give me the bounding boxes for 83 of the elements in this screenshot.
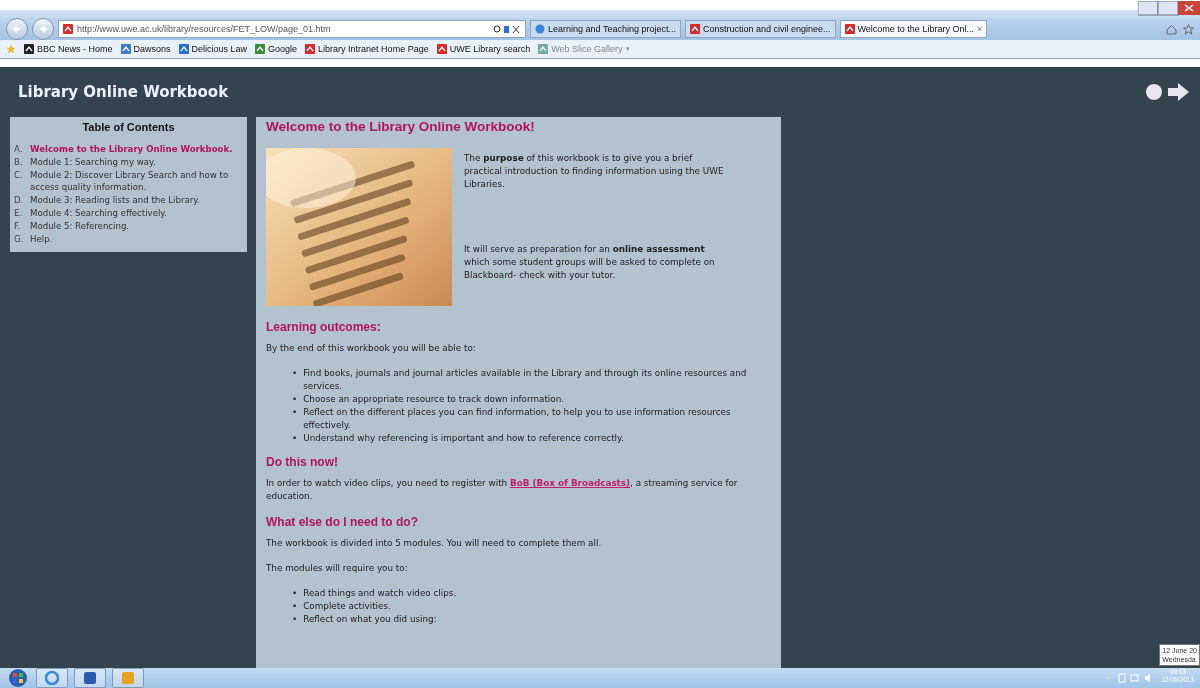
section-heading: What else do I need to do? <box>266 515 419 529</box>
site-icon <box>178 44 189 54</box>
intro-paragraph: It will serve as preparation for an online assessment which some student groups will be asked to complete on Blackboard- check with your tutor. <box>464 243 716 282</box>
page-icon <box>538 44 549 54</box>
bullet-marker: • <box>292 367 298 380</box>
bullet-item: Choose an appropriate resource to track down information. <box>303 393 565 406</box>
page-icon <box>120 44 131 54</box>
site-icon <box>436 44 447 54</box>
toc-link[interactable]: Module 5: Referencing. <box>30 220 130 232</box>
browser-tab[interactable]: Learning and Teaching project... <box>530 20 681 38</box>
address-bar[interactable]: http://www.uwe.ac.uk/library/resources/FET_LOW/page_01.htm <box>58 20 526 38</box>
toc-link[interactable]: Welcome to the Library Online Workbook. <box>30 143 233 155</box>
tab-label: Welcome to the Library Onl... <box>857 24 974 34</box>
favorite-label: Web Slice Gallery <box>551 44 623 54</box>
intro-paragraph: The purpose of this workbook is to give you a brief practical introduction to finding information using the UWE Libraries. <box>464 152 724 191</box>
browser-tab[interactable]: Welcome to the Library Onl... × <box>839 20 988 38</box>
taskbar-app[interactable] <box>36 668 68 688</box>
page-heading: Welcome to the Library Online Workbook! <box>266 119 536 134</box>
list-letter: A. <box>14 143 24 155</box>
favorite-link[interactable]: Google <box>255 44 298 54</box>
list-letter: D. <box>14 194 25 206</box>
bullet-marker: • <box>292 600 298 613</box>
site-icon <box>24 44 34 54</box>
taskbar-app[interactable] <box>112 668 144 688</box>
favorite-link[interactable]: Dawsons <box>120 44 171 54</box>
site-icon <box>63 24 73 34</box>
favorite-label: Delicious Law <box>191 44 248 54</box>
site-icon <box>689 24 700 34</box>
app-icon <box>82 671 98 685</box>
star-icon[interactable] <box>1183 23 1194 35</box>
tab-label: Learning and Teaching project... <box>548 24 676 34</box>
next-arrow-icon[interactable] <box>1144 82 1190 102</box>
toc-link[interactable]: Module 3: Reading lists and the Library. <box>30 194 200 206</box>
bullet-marker: • <box>292 587 298 600</box>
bullet-marker: • <box>292 432 298 445</box>
favorite-label: Google <box>268 44 298 54</box>
toc-link[interactable]: Module 4: Searching effectively. <box>30 207 167 219</box>
favorites-star-icon[interactable] <box>6 44 16 54</box>
forward-button[interactable] <box>32 18 54 40</box>
section-heading: Do this now! <box>266 455 339 469</box>
site-icon <box>305 44 316 54</box>
page-icon <box>535 24 545 34</box>
site-title: Library Online Workbook <box>18 83 229 101</box>
paragraph: The modules will require you to: <box>266 562 409 575</box>
list-letter: B. <box>14 156 24 168</box>
site-icon <box>255 44 266 54</box>
taskbar-app[interactable] <box>74 668 106 688</box>
bullet-item: Read things and watch video clips. <box>303 587 457 600</box>
bullet-item: Reflect on the different places you can find information, to help you to use information resources effectively. <box>303 406 732 432</box>
paragraph: In order to watch video clips, you need to register with BoB (Box of Broadcasts), a streaming service for education. <box>266 477 739 503</box>
bullet-item: Find books, journals and journal articles available in the Library and through its online resources and services. <box>303 367 748 393</box>
paragraph: By the end of this workbook you will be able to: <box>266 342 477 355</box>
back-arrow-icon <box>12 24 22 34</box>
app-icon <box>120 671 136 685</box>
home-icon[interactable] <box>1166 23 1177 35</box>
start-button[interactable] <box>6 668 30 688</box>
section-heading: Learning outcomes: <box>266 320 382 334</box>
bullet-marker: • <box>292 393 298 406</box>
paragraph: The workbook is divided into 5 modules. You will need to complete them all. <box>266 537 603 550</box>
favorite-link[interactable]: Delicious Law <box>178 44 248 54</box>
globe-icon <box>44 671 60 685</box>
toc-link[interactable]: Help. <box>30 233 53 245</box>
favorite-label: Dawsons <box>133 44 171 54</box>
site-icon <box>844 24 855 34</box>
back-button[interactable] <box>6 18 28 40</box>
bullet-marker: • <box>292 613 298 626</box>
browser-tab[interactable]: Construction and civil enginee... <box>684 20 836 38</box>
toc-link[interactable]: Module 1: Searching my way. <box>30 156 156 168</box>
list-letter: F. <box>14 220 22 232</box>
bullet-marker: • <box>292 406 298 419</box>
url-text: http://www.uwe.ac.uk/library/resources/FET_LOW/page_01.htm <box>77 24 332 34</box>
close-tab-button[interactable]: × <box>976 24 983 34</box>
toc-title: Table of Contents <box>81 121 176 133</box>
forward-arrow-icon <box>38 24 48 34</box>
list-letter: G. <box>14 233 25 245</box>
list-letter: E. <box>14 207 24 219</box>
list-letter: C. <box>14 169 24 182</box>
address-controls-icon <box>493 24 521 34</box>
tab-label: Construction and civil enginee... <box>702 24 831 34</box>
toc-link[interactable]: Module 2: Discover Library Search and how to access quality information. <box>30 169 243 193</box>
bullet-item: Complete activities. <box>303 600 391 613</box>
bullet-item: Reflect on what you did using: <box>303 613 437 626</box>
bullet-item: Understand why referencing is important and how to reference correctly. <box>303 432 624 445</box>
